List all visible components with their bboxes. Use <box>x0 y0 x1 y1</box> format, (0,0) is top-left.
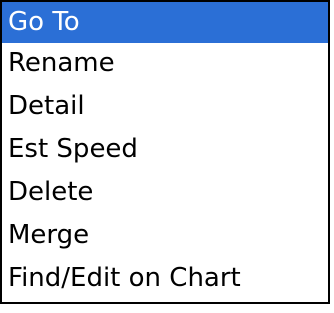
menu-item-rename[interactable]: Rename <box>2 43 328 84</box>
menu-item-find-edit-on-chart[interactable]: Find/Edit on Chart <box>2 258 328 299</box>
context-menu: Go To Rename Detail Est Speed Delete Mer… <box>0 0 330 304</box>
menu-item-merge[interactable]: Merge <box>2 215 328 256</box>
menu-item-delete[interactable]: Delete <box>2 172 328 213</box>
menu-item-detail[interactable]: Detail <box>2 86 328 127</box>
menu-item-est-speed[interactable]: Est Speed <box>2 129 328 170</box>
menu-item-go-to[interactable]: Go To <box>2 2 328 43</box>
